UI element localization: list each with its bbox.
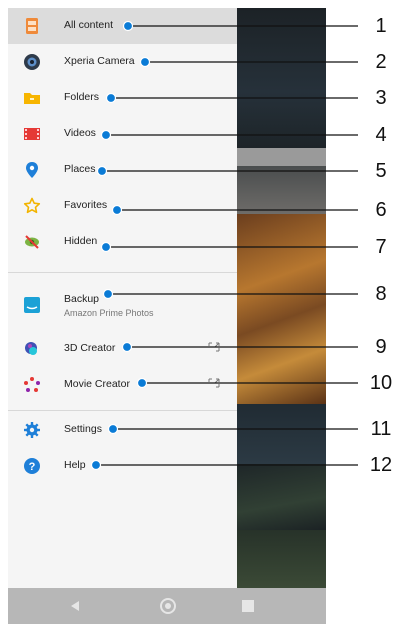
- callout-number: 7: [375, 236, 387, 258]
- callout-lines: [90, 20, 358, 471]
- callout-number: 10: [369, 372, 393, 394]
- callout-number: 1: [375, 15, 387, 37]
- callout-number: 8: [375, 283, 387, 305]
- callout-number: 4: [375, 124, 387, 146]
- callout-number: 3: [375, 87, 387, 109]
- callout-number: 12: [369, 454, 393, 476]
- callout-number: 5: [375, 160, 387, 182]
- callout-number: 11: [370, 418, 392, 440]
- callout-number: 9: [375, 336, 387, 358]
- callout-number: 6: [375, 199, 387, 221]
- callout-number: 2: [375, 51, 387, 73]
